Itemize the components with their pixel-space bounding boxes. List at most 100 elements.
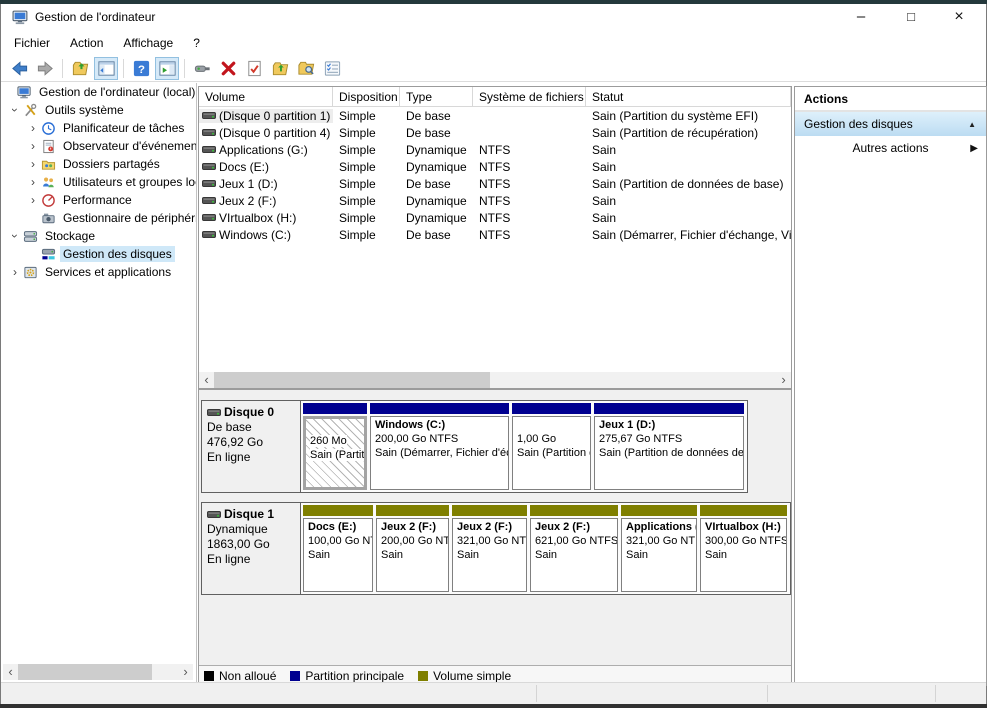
explore-folder-button[interactable] bbox=[294, 57, 318, 80]
scroll-thumb[interactable] bbox=[214, 372, 490, 388]
scroll-thumb[interactable] bbox=[18, 664, 152, 680]
partition-color-bar bbox=[594, 403, 744, 414]
partition-body[interactable]: Windows (C:) 200,00 Go NTFS Sain (Démarr… bbox=[370, 416, 509, 490]
chevron-right-icon[interactable]: › bbox=[27, 157, 39, 171]
export-list-button[interactable] bbox=[68, 57, 92, 80]
chevron-right-icon[interactable]: › bbox=[27, 175, 39, 189]
volume-body[interactable]: Docs (E:) 100,00 Go NTFS Sain bbox=[303, 518, 373, 592]
computer-management-window: Gestion de l'ordinateur – □ × Fichier Ac… bbox=[0, 4, 987, 704]
table-row[interactable]: (Disque 0 partition 1) Simple De base Sa… bbox=[199, 107, 791, 124]
table-row[interactable]: Windows (C:) Simple De base NTFS Sain (D… bbox=[199, 226, 791, 243]
disk-0-header[interactable]: Disque 0 De base 476,92 Go En ligne bbox=[202, 401, 301, 492]
partition-body-selected[interactable]: 260 Mo Sain (Partition du système EFI) bbox=[303, 416, 367, 490]
volume-body[interactable]: Jeux 2 (F:) 621,00 Go NTFS Sain bbox=[530, 518, 618, 592]
folder-search-icon bbox=[297, 59, 316, 78]
column-header-filesystem[interactable]: Système de fichiers bbox=[473, 87, 586, 106]
back-button[interactable] bbox=[7, 57, 31, 80]
scroll-left-arrow[interactable]: ‹ bbox=[3, 665, 18, 679]
volume-body[interactable]: Jeux 2 (F:) 321,00 Go NTFS Sain bbox=[452, 518, 527, 592]
partition-block[interactable]: Windows (C:) 200,00 Go NTFS Sain (Démarr… bbox=[370, 403, 509, 490]
tree-item-disk-management[interactable]: Gestion des disques bbox=[1, 245, 196, 263]
volume-body[interactable]: VIrtualbox (H:) 300,00 Go NTFS Sain bbox=[700, 518, 787, 592]
menu-action[interactable]: Action bbox=[60, 33, 113, 53]
tree-item-computer-management[interactable]: Gestion de l'ordinateur (local) bbox=[1, 83, 196, 101]
scroll-left-arrow[interactable]: ‹ bbox=[199, 373, 214, 387]
table-row[interactable]: Applications (G:) Simple Dynamique NTFS … bbox=[199, 141, 791, 158]
tree-item-performance[interactable]: › Performance bbox=[1, 191, 196, 209]
volume-block[interactable]: Applications (G:) 321,00 Go NTFS Sain bbox=[621, 505, 697, 592]
chevron-down-icon[interactable]: › bbox=[8, 104, 22, 116]
partition-body[interactable]: Jeux 1 (D:) 275,67 Go NTFS Sain (Partiti… bbox=[594, 416, 744, 490]
scroll-right-arrow[interactable]: › bbox=[178, 665, 193, 679]
tree-item-event-viewer[interactable]: › Observateur d'événements bbox=[1, 137, 196, 155]
menu-help[interactable]: ? bbox=[183, 33, 210, 53]
partition-block[interactable]: 1,00 Go Sain (Partition de récupération) bbox=[512, 403, 591, 490]
close-button[interactable]: × bbox=[936, 4, 982, 31]
disk-1-header[interactable]: Disque 1 Dynamique 1863,00 Go En ligne bbox=[202, 503, 301, 594]
scroll-track[interactable] bbox=[18, 664, 178, 680]
actions-group-disk-management[interactable]: Gestion des disques ▲ bbox=[795, 112, 986, 136]
chevron-right-icon[interactable]: › bbox=[27, 139, 39, 153]
menu-fichier[interactable]: Fichier bbox=[4, 33, 60, 53]
table-row[interactable]: Docs (E:) Simple Dynamique NTFS Sain bbox=[199, 158, 791, 175]
tree-item-local-users-groups[interactable]: › Utilisateurs et groupes locaux bbox=[1, 173, 196, 191]
disk-size: 1863,00 Go bbox=[207, 537, 298, 552]
task-list-button[interactable] bbox=[320, 57, 344, 80]
volume-block[interactable]: VIrtualbox (H:) 300,00 Go NTFS Sain bbox=[700, 505, 787, 592]
column-header-disposition[interactable]: Disposition bbox=[333, 87, 400, 106]
show-console-tree-button[interactable] bbox=[94, 57, 118, 80]
volume-block[interactable]: Docs (E:) 100,00 Go NTFS Sain bbox=[303, 505, 373, 592]
column-header-type[interactable]: Type bbox=[400, 87, 473, 106]
partition-body[interactable]: 1,00 Go Sain (Partition de récupération) bbox=[512, 416, 591, 490]
column-header-volume[interactable]: Volume bbox=[199, 87, 333, 106]
forward-button[interactable] bbox=[33, 57, 57, 80]
disk-size: 476,92 Go bbox=[207, 435, 298, 450]
tree-item-task-scheduler[interactable]: › Planificateur de tâches bbox=[1, 119, 196, 137]
chevron-right-icon[interactable]: › bbox=[27, 193, 39, 207]
volume-block[interactable]: Jeux 2 (F:) 621,00 Go NTFS Sain bbox=[530, 505, 618, 592]
minimize-button[interactable]: – bbox=[838, 4, 884, 31]
menu-affichage[interactable]: Affichage bbox=[113, 33, 183, 53]
rescan-disks-button[interactable] bbox=[190, 57, 214, 80]
scroll-track[interactable] bbox=[214, 372, 776, 388]
table-row[interactable]: Jeux 2 (F:) Simple Dynamique NTFS Sain bbox=[199, 192, 791, 209]
show-action-pane-button[interactable] bbox=[155, 57, 179, 80]
tree-item-system-tools[interactable]: › Outils système bbox=[1, 101, 196, 119]
help-icon bbox=[132, 59, 151, 78]
delete-volume-button[interactable] bbox=[216, 57, 240, 80]
volume-horizontal-scrollbar[interactable]: ‹ › bbox=[199, 372, 791, 388]
unallocated-swatch bbox=[204, 671, 214, 681]
volume-icon bbox=[202, 110, 216, 121]
volume-body[interactable]: Jeux 2 (F:) 200,00 Go NTFS Sain bbox=[376, 518, 449, 592]
tree-item-shared-folders[interactable]: › Dossiers partagés bbox=[1, 155, 196, 173]
properties-button[interactable] bbox=[242, 57, 266, 80]
table-row[interactable]: VIrtualbox (H:) Simple Dynamique NTFS Sa… bbox=[199, 209, 791, 226]
volume-body[interactable]: Applications (G:) 321,00 Go NTFS Sain bbox=[621, 518, 697, 592]
legend-unallocated: Non alloué bbox=[204, 669, 276, 683]
partition-block[interactable]: 260 Mo Sain (Partition du système EFI) bbox=[303, 403, 367, 490]
chevron-down-icon[interactable]: › bbox=[8, 230, 22, 242]
arrow-left-icon bbox=[10, 59, 29, 78]
partition-block[interactable]: Jeux 1 (D:) 275,67 Go NTFS Sain (Partiti… bbox=[594, 403, 744, 490]
tree-item-storage[interactable]: › Stockage bbox=[1, 227, 196, 245]
volume-block[interactable]: Jeux 2 (F:) 321,00 Go NTFS Sain bbox=[452, 505, 527, 592]
title-bar[interactable]: Gestion de l'ordinateur – □ × bbox=[1, 4, 986, 31]
table-row[interactable]: (Disque 0 partition 4) Simple De base Sa… bbox=[199, 124, 791, 141]
tree-item-services-applications[interactable]: › Services et applications bbox=[1, 263, 196, 281]
volume-block[interactable]: Jeux 2 (F:) 200,00 Go NTFS Sain bbox=[376, 505, 449, 592]
table-row[interactable]: Jeux 1 (D:) Simple De base NTFS Sain (Pa… bbox=[199, 175, 791, 192]
actions-item-more-actions[interactable]: Autres actions ▶ bbox=[795, 136, 986, 160]
maximize-button[interactable]: □ bbox=[888, 4, 934, 31]
actions-panel-title: Actions bbox=[795, 87, 986, 112]
open-folder-button[interactable] bbox=[268, 57, 292, 80]
chevron-right-icon[interactable]: › bbox=[27, 121, 39, 135]
volume-color-bar bbox=[621, 505, 697, 516]
help-button[interactable] bbox=[129, 57, 153, 80]
column-header-status[interactable]: Statut bbox=[586, 87, 791, 106]
scroll-right-arrow[interactable]: › bbox=[776, 373, 791, 387]
tree-horizontal-scrollbar[interactable]: ‹ › bbox=[3, 664, 193, 680]
chevron-right-icon[interactable]: › bbox=[9, 265, 21, 279]
services-apps-icon bbox=[23, 265, 38, 280]
collapse-triangle-icon[interactable]: ▲ bbox=[968, 120, 976, 129]
tree-item-device-manager[interactable]: Gestionnaire de périphériques bbox=[1, 209, 196, 227]
